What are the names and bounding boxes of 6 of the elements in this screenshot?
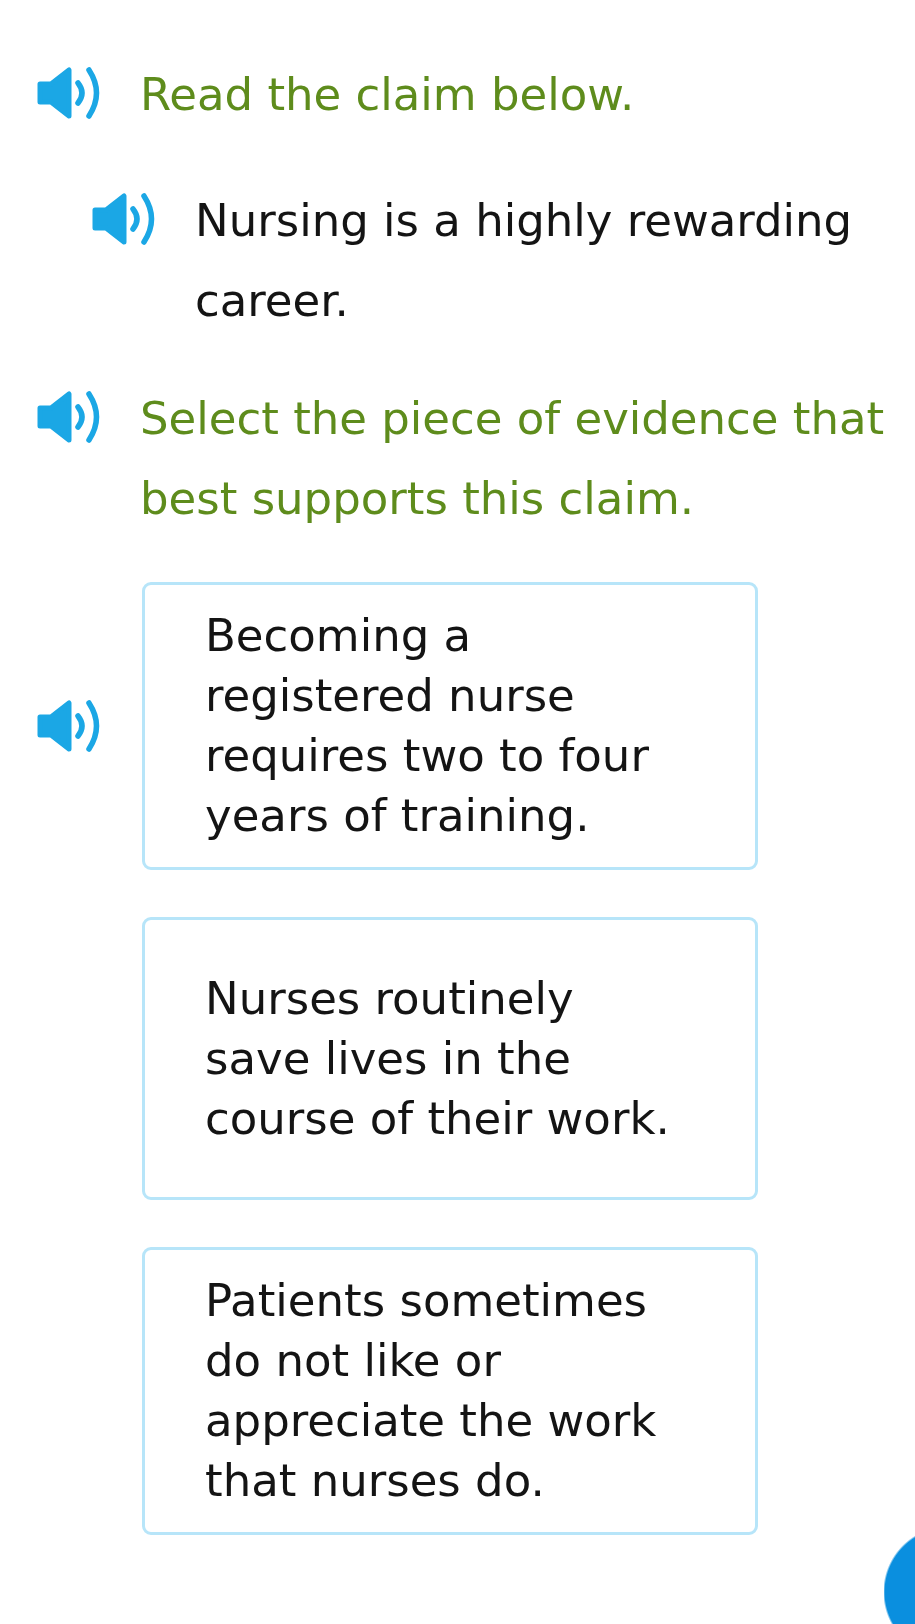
claim-text: Nursing is a highly rewarding career.: [195, 193, 854, 329]
answer-option[interactable]: Nurses routinely save lives in the course of their work.: [142, 917, 758, 1200]
instruction-text: Read the claim below.: [140, 67, 636, 123]
answer-option[interactable]: Becoming a registered nurse requires two to four years of training.: [142, 582, 758, 870]
question-text: Select the piece of evidence that best supports this claim.: [140, 391, 886, 527]
answer-option[interactable]: Patients sometimes do not like or appreciate the work that nurses do.: [142, 1247, 758, 1535]
